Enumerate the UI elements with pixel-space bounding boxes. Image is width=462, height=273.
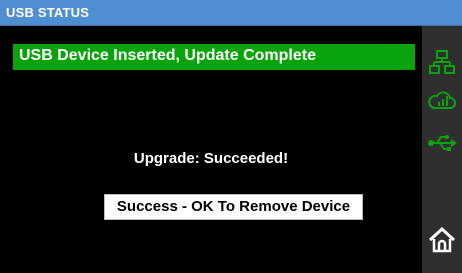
sidebar-item-home[interactable] xyxy=(426,224,458,256)
remove-device-message: Success - OK To Remove Device xyxy=(104,194,363,220)
remove-device-text: Success - OK To Remove Device xyxy=(116,198,351,215)
window-title: USB STATUS xyxy=(6,5,90,20)
sidebar-item-network[interactable] xyxy=(426,46,458,78)
home-icon xyxy=(428,226,456,253)
status-banner: USB Device Inserted, Update Complete xyxy=(13,44,415,70)
sidebar-item-usb[interactable] xyxy=(426,127,458,159)
upgrade-status-text: Upgrade: Succeeded! xyxy=(133,150,289,167)
title-bar: USB STATUS xyxy=(0,0,462,26)
sidebar-item-cloud[interactable] xyxy=(426,84,458,116)
main-panel: USB Device Inserted, Update Complete Upg… xyxy=(0,26,422,273)
sidebar xyxy=(422,26,462,273)
cloud-signal-icon xyxy=(428,91,456,109)
status-banner-text: USB Device Inserted, Update Complete xyxy=(19,47,316,64)
usb-icon xyxy=(428,135,457,151)
network-icon xyxy=(429,50,455,74)
